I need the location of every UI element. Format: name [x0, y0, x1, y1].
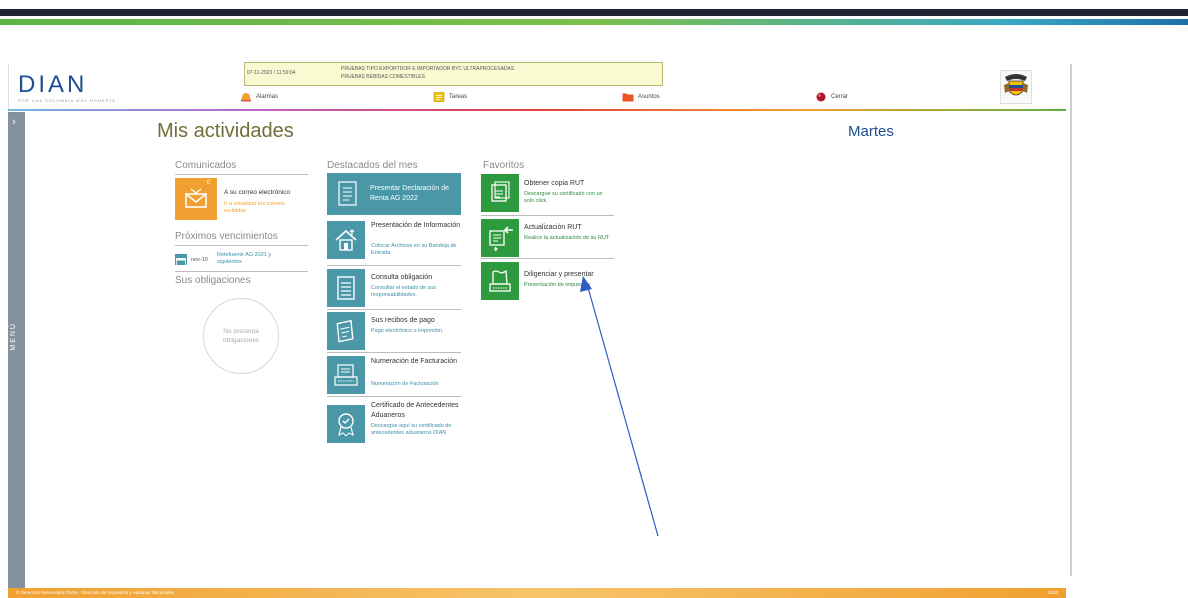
destacado-desc: Consultar el estado de sus responsabilid…	[371, 285, 437, 298]
side-menu[interactable]: › MENÚ	[8, 112, 25, 588]
comunicados-card-title: A su correo electrónico	[224, 189, 291, 196]
checklist-icon	[327, 269, 365, 307]
destacado-desc: Colocar Archivos en su Bandeja de Entrad…	[371, 243, 457, 256]
favorito-title: Obtener copia RUT	[524, 180, 585, 187]
comunicados-count: 0	[207, 180, 211, 186]
vencimiento-date: nov-10	[191, 257, 208, 263]
favorito-item-actualizacion-rut[interactable]: Actualización RUT Realice la actualizaci…	[481, 218, 614, 258]
obligaciones-heading: Sus obligaciones	[175, 275, 251, 286]
obligaciones-empty-text: No presenta obligaciones	[222, 328, 260, 344]
destacado-title: Sus recibos de pago	[371, 317, 435, 324]
house-arrow-icon	[327, 221, 365, 259]
calendar-icon	[175, 254, 187, 266]
annotation-arrow-icon	[580, 276, 659, 537]
vencimiento-desc: Retefuente AG 2021 y siguientes	[217, 252, 272, 265]
divider	[327, 309, 461, 310]
favorito-desc: Descargue su certificado con un solo cli…	[524, 191, 603, 204]
vencimientos-heading: Próximos vencimientos	[175, 231, 278, 242]
notice-line-2: PRUEBAS BEBIDAS COMESTIBLES	[341, 74, 425, 80]
menu-label: MENÚ	[10, 322, 17, 351]
comunicados-heading: Comunicados	[175, 160, 237, 171]
mail-icon	[175, 178, 217, 220]
destacado-item-presentacion[interactable]: Presentación de Información Colocar Arch…	[327, 219, 461, 263]
nav-asuntos[interactable]: Asuntos	[622, 90, 660, 104]
destacado-item-consulta[interactable]: Consulta obligación Consultar el estado …	[327, 268, 461, 308]
nav-alarmas-label: Alarmas	[256, 94, 279, 100]
nav-cerrar[interactable]: Cerrar	[815, 90, 848, 104]
destacado-desc: Pago electrónico o impresión.	[371, 328, 444, 334]
obligaciones-empty-circle: No presenta obligaciones	[203, 298, 279, 374]
destacado-title: Presentación de Información	[371, 222, 461, 229]
favorito-desc: Realice la actualización de su RUT	[524, 235, 610, 241]
favoritos-heading: Favoritos	[483, 160, 525, 171]
nav-tareas-label: Tareas	[449, 94, 468, 100]
divider	[327, 352, 461, 353]
vencimiento-item[interactable]: nov-10 Retefuente AG 2021 y siguientes	[175, 250, 308, 268]
tasks-icon	[433, 92, 445, 102]
app-frame	[8, 64, 1071, 598]
logo-subtitle: POR UNA COLOMBIA MÁS HONESTA	[18, 98, 116, 103]
featured-renta-card[interactable]: Presentar Declaración de Renta AG 2022	[327, 173, 461, 215]
featured-renta-title: Presentar Declaración de Renta AG 2022	[370, 185, 449, 202]
scrollbar[interactable]	[1070, 64, 1072, 576]
divider	[175, 174, 308, 175]
divider	[327, 396, 461, 397]
header-divider	[8, 109, 1066, 111]
coat-of-arms-icon	[1000, 70, 1032, 104]
notice-line-1: PRUEBAS TIPO EXPORTDOR E IMPORTADOR BYC …	[341, 66, 515, 72]
destacado-title: Certificado de Antecedentes Aduaneros	[371, 402, 459, 419]
divider	[481, 258, 614, 259]
rut-update-icon	[481, 219, 519, 257]
dian-logo[interactable]: DIAN POR UNA COLOMBIA MÁS HONESTA	[18, 71, 118, 104]
divider	[175, 245, 308, 246]
divider	[327, 265, 461, 266]
footer: © Derechos Reservados DIAN - Dirección d…	[8, 588, 1066, 598]
logo-text: DIAN	[18, 71, 88, 98]
destacado-title: Numeración de Facturación	[371, 358, 457, 365]
page-title: Mis actividades	[157, 120, 294, 142]
invoice-register-icon	[327, 356, 365, 394]
destacado-item-numeracion[interactable]: Numeración de Facturación Numeración de …	[327, 355, 461, 395]
top-gradient-bar	[0, 19, 1188, 25]
destacado-item-certificado[interactable]: Certificado de Antecedentes Aduaneros De…	[327, 399, 461, 455]
session-notice: PRUEBAS TIPO EXPORTDOR E IMPORTADOR BYC …	[341, 65, 514, 81]
nav-tareas[interactable]: Tareas	[433, 90, 467, 104]
nav-alarmas[interactable]: Alarmas	[240, 90, 278, 104]
weekday-label: Martes	[848, 123, 894, 140]
alarm-bell-icon	[240, 92, 252, 102]
top-dark-bar	[0, 9, 1188, 16]
session-info-box: 07-11-2023 / 11:59:04 PRUEBAS TIPO EXPOR…	[244, 62, 663, 86]
favorito-item-copia-rut[interactable]: Obtener copia RUT Descargue su certifica…	[481, 173, 614, 215]
folder-icon	[622, 92, 634, 102]
power-off-icon	[815, 92, 827, 102]
nav-asuntos-label: Asuntos	[638, 94, 660, 100]
divider	[481, 215, 614, 216]
receipt-pen-icon	[327, 312, 365, 350]
document-icon	[331, 177, 365, 211]
destacado-title: Consulta obligación	[371, 274, 433, 281]
certificate-badge-icon	[327, 405, 365, 443]
chevron-right-icon[interactable]: ›	[12, 116, 16, 128]
destacado-item-recibos[interactable]: Sus recibos de pago Pago electrónico o i…	[327, 311, 461, 351]
rut-copy-icon	[481, 174, 519, 212]
footer-text: © Derechos Reservados DIAN - Dirección d…	[16, 590, 174, 595]
nav-cerrar-label: Cerrar	[831, 94, 849, 100]
comunicados-card[interactable]: 0 A su correo electrónico Ir a visualiza…	[175, 178, 308, 222]
comunicados-card-desc: Ir a visualizar los correos recibidos	[224, 201, 285, 214]
tax-filing-icon	[481, 262, 519, 300]
session-datetime: 07-11-2023 / 11:59:04	[247, 70, 296, 76]
destacados-heading: Destacados del mes	[327, 160, 418, 171]
divider	[175, 271, 308, 272]
footer-year: 2023	[1047, 590, 1058, 595]
destacado-desc: Numeración de Facturación	[371, 381, 439, 387]
favorito-title: Actualización RUT	[524, 224, 582, 231]
destacado-desc: Descargue aquí su certificado de anteced…	[371, 423, 452, 436]
